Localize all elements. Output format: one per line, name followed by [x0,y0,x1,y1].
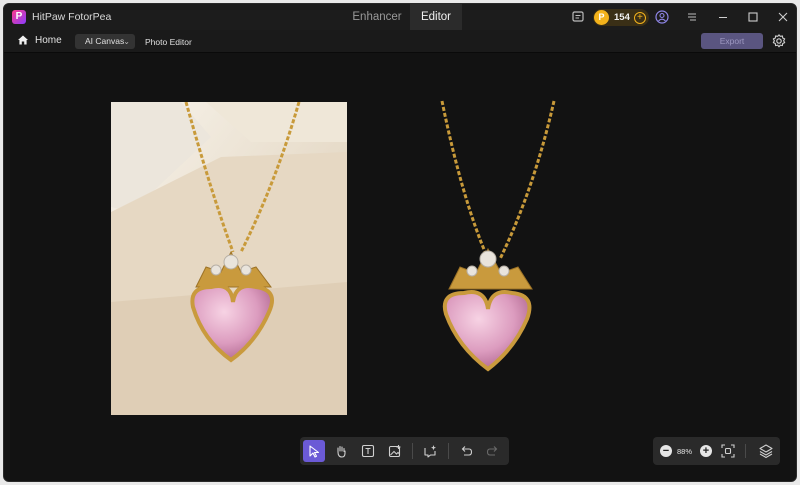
menu-icon[interactable] [684,9,700,25]
minimize-icon[interactable] [715,9,731,25]
original-photo[interactable] [111,102,347,415]
layers-icon[interactable] [758,443,774,459]
home-icon [18,35,28,45]
undo-icon [461,446,473,456]
app-logo-icon: P [12,10,26,24]
chevron-down-icon: ⌄ [123,37,130,46]
add-image-tool[interactable] [384,440,406,462]
sub-toolbar: Home AI Canvas ⌄ Photo Editor Export [4,30,796,53]
text-tool[interactable] [357,440,379,462]
home-label: Home [35,34,62,46]
title-bar: P HitPaw FotorPea Enhancer Editor P 154 … [4,4,796,30]
gear-icon[interactable] [771,33,787,49]
ai-sparkle-icon [424,445,437,458]
cursor-icon [309,445,319,458]
mode-dropdown-value: AI Canvas [85,36,125,46]
pan-tool[interactable] [330,440,352,462]
breadcrumb: Photo Editor [145,37,192,47]
account-icon[interactable] [654,9,670,25]
text-icon [361,444,374,458]
feedback-icon[interactable] [570,9,586,25]
maximize-icon[interactable] [745,9,761,25]
edit-toolbar [300,437,509,465]
coin-count: 154 [614,12,630,23]
fit-screen-icon[interactable] [720,443,736,459]
add-coins-icon[interactable]: + [633,11,646,24]
zoom-divider [745,444,746,458]
export-button[interactable]: Export [701,33,763,49]
zoom-level: 88% [677,447,693,456]
result-photo[interactable] [384,99,604,419]
toolbar-divider [412,443,414,459]
coin-balance[interactable]: P 154 + [593,9,649,26]
ai-tool[interactable] [419,440,441,462]
zoom-controls: − 88% + [653,437,780,465]
coin-icon: P [594,10,609,25]
app-title: HitPaw FotorPea [32,11,112,23]
close-icon[interactable] [775,9,791,25]
original-photo-image [111,102,347,415]
tab-enhancer[interactable]: Enhancer [344,4,410,30]
editor-canvas[interactable] [4,54,796,481]
zoom-out-button[interactable]: − [660,445,672,457]
mode-dropdown[interactable]: AI Canvas ⌄ [75,34,135,49]
result-photo-image [440,100,556,372]
home-button[interactable]: Home [17,34,62,46]
redo-button[interactable] [482,440,504,462]
undo-button[interactable] [455,440,477,462]
select-tool[interactable] [303,440,325,462]
tab-editor[interactable]: Editor [410,4,462,30]
hand-icon [337,445,346,458]
redo-icon [487,446,498,456]
app-window: P HitPaw FotorPea Enhancer Editor P 154 … [3,3,797,482]
zoom-in-button[interactable]: + [700,445,712,457]
toolbar-divider [448,443,450,459]
add-image-icon [388,445,400,458]
